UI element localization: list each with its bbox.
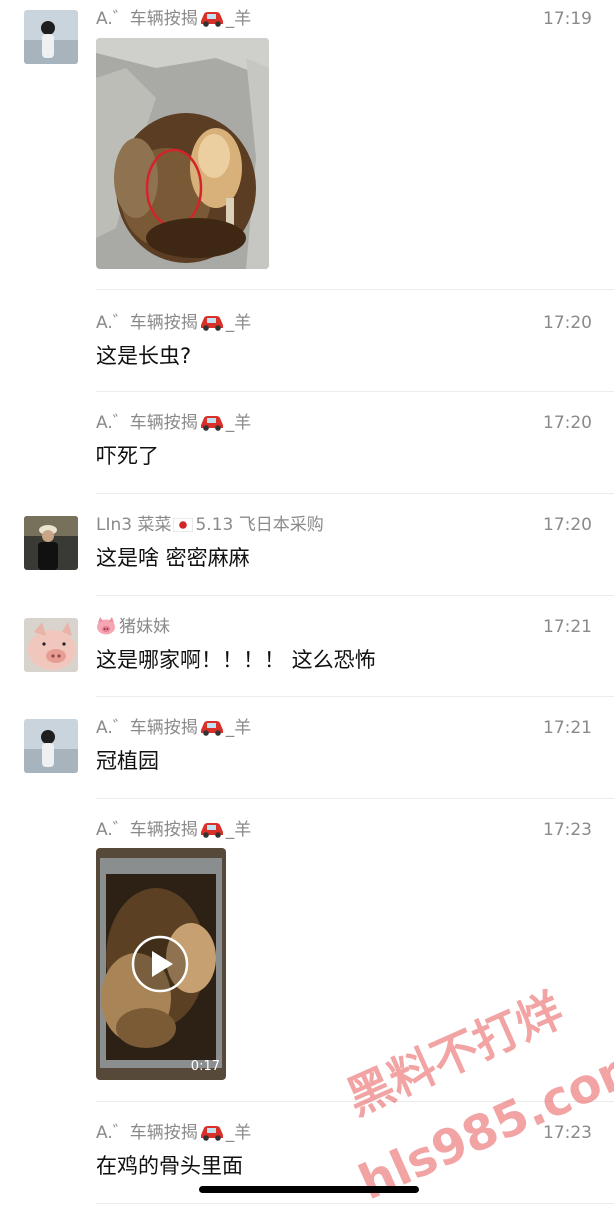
red-car-icon bbox=[199, 413, 225, 437]
message-item: A.゛车辆按揭 _羊 17:20 吓死了 bbox=[0, 392, 614, 494]
message-text: 吓死了 bbox=[96, 444, 159, 468]
japan-flag-icon bbox=[173, 516, 194, 538]
red-car-icon bbox=[199, 313, 225, 337]
sender-name: LIn3 菜菜 5.13 飞日本采购 bbox=[96, 514, 324, 538]
message-item: A.゛车辆按揭 _羊 17:21 冠植园 bbox=[0, 697, 614, 799]
message-time: 17:23 bbox=[543, 820, 592, 840]
red-car-icon bbox=[199, 9, 225, 33]
video-duration: 0:17 bbox=[190, 1059, 220, 1074]
message-text: 这是哪家啊！！！！ 这么恐怖 bbox=[96, 648, 376, 672]
sender-name: 猪妹妹 bbox=[96, 616, 170, 641]
message-item: A.゛车辆按揭 _羊 17:23 0:17 bbox=[0, 799, 614, 1102]
message-item: LIn3 菜菜 5.13 飞日本采购 17:20 这是啥 密密麻麻 bbox=[0, 494, 614, 596]
message-time: 17:19 bbox=[543, 9, 592, 29]
avatar-pig[interactable] bbox=[24, 618, 78, 672]
home-indicator[interactable] bbox=[199, 1186, 419, 1193]
message-time: 17:20 bbox=[543, 313, 592, 333]
sender-name: A.゛车辆按揭 _羊 bbox=[96, 412, 251, 437]
message-time: 17:21 bbox=[543, 617, 592, 637]
food-photo[interactable] bbox=[96, 38, 269, 269]
message-time: 17:21 bbox=[543, 718, 592, 738]
message-item: A.゛车辆按揭 _羊 17:19 bbox=[0, 0, 614, 290]
message-text: 在鸡的骨头里面 bbox=[96, 1154, 243, 1178]
sender-name: A.゛车辆按揭 _羊 bbox=[96, 1122, 251, 1147]
sender-name: A.゛车辆按揭 _羊 bbox=[96, 717, 251, 742]
pig-face-icon bbox=[96, 617, 116, 641]
message-text: 冠植园 bbox=[96, 749, 159, 773]
red-car-icon bbox=[199, 1123, 225, 1147]
message-item: 猪妹妹 17:21 这是哪家啊！！！！ 这么恐怖 bbox=[0, 596, 614, 697]
sender-name: A.゛车辆按揭 _羊 bbox=[96, 312, 251, 337]
message-text: 这是长虫? bbox=[96, 344, 192, 368]
message-text: 这是啥 密密麻麻 bbox=[96, 546, 250, 570]
red-car-icon bbox=[199, 718, 225, 742]
red-car-icon bbox=[199, 820, 225, 844]
message-time: 17:20 bbox=[543, 413, 592, 433]
message-time: 17:23 bbox=[543, 1123, 592, 1143]
avatar-yang[interactable] bbox=[24, 719, 78, 773]
sender-name: A.゛车辆按揭 _羊 bbox=[96, 8, 251, 33]
avatar-yang[interactable] bbox=[24, 10, 78, 64]
message-time: 17:20 bbox=[543, 515, 592, 535]
video-thumbnail[interactable]: 0:17 bbox=[96, 848, 226, 1080]
message-divider bbox=[96, 1203, 614, 1204]
sender-name: A.゛车辆按揭 _羊 bbox=[96, 819, 251, 844]
avatar-lin3[interactable] bbox=[24, 516, 78, 570]
message-item: A.゛车辆按揭 _羊 17:20 这是长虫? bbox=[0, 290, 614, 392]
